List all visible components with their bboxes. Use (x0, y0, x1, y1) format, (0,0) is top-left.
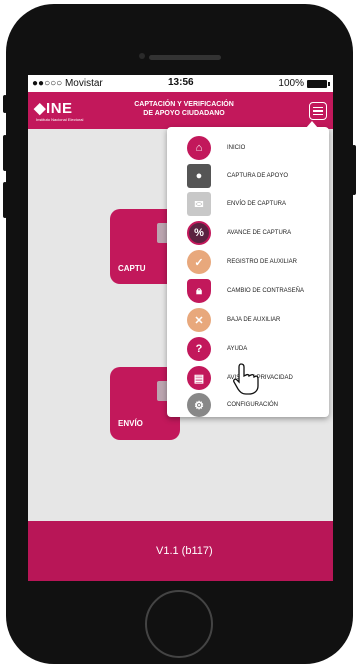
user-check-icon: ✓ (187, 250, 211, 274)
menu-item-avance-de-captura[interactable]: % AVANCE DE CAPTURA (167, 218, 329, 248)
status-bar: ●●○○○ Movistar 13:56 100% (28, 75, 333, 92)
help-icon: ? (187, 337, 211, 361)
menu-item-baja-de-auxiliar[interactable]: ✕ BAJA DE AUXILIAR (167, 305, 329, 335)
volume-down-button (3, 182, 7, 218)
front-camera (139, 53, 145, 59)
user-remove-icon: ✕ (187, 308, 211, 332)
app-screen: ●●○○○ Movistar 13:56 100% ◆INE Instituto… (28, 75, 333, 581)
menu-item-registro-de-auxiliar[interactable]: ✓ REGISTRO DE AUXILIAR (167, 247, 329, 277)
page-title: CAPTACIÓN Y VERIFICACIÓN DE APOYO CIUDAD… (124, 100, 244, 118)
logo-subtitle: Instituto Nacional Electoral (36, 117, 84, 122)
menu-item-envio-de-captura[interactable]: ✉ ENVÍO DE CAPTURA (167, 189, 329, 219)
menu-item-label: BAJA DE AUXILIAR (227, 317, 281, 323)
capture-tile-label: CAPTU (118, 264, 146, 273)
document-icon: ▤ (187, 366, 211, 390)
menu-item-label: INICIO (227, 145, 246, 151)
menu-item-ayuda[interactable]: ? AYUDA (167, 334, 329, 364)
home-icon: ⌂ (187, 136, 211, 160)
menu-item-label: CAPTURA DE APOYO (227, 173, 289, 179)
menu-item-cambio-de-contrasena[interactable]: 🔒︎ CAMBIO DE CONTRASEÑA (167, 276, 329, 306)
dropdown-caret (306, 121, 318, 128)
menu-item-label: ENVÍO DE CAPTURA (227, 201, 287, 207)
page-title-line1: CAPTACIÓN Y VERIFICACIÓN (134, 101, 234, 108)
gears-icon: ⚙ (187, 393, 211, 417)
send-tile-label: ENVÍO (118, 419, 143, 428)
logo-text: INE (46, 100, 73, 117)
menu-item-label: REGISTRO DE AUXILIAR (227, 259, 298, 265)
battery-percent: 100% (278, 78, 304, 89)
camera-person-icon: ● (187, 164, 211, 188)
battery-indicator: 100% (278, 78, 330, 89)
app-footer: V1.1 (b117) (28, 521, 333, 581)
mute-switch (3, 95, 7, 113)
page-title-line2: DE APOYO CIUDADANO (143, 110, 225, 117)
clock: 13:56 (168, 77, 194, 88)
hand-pointer-icon (233, 363, 259, 395)
hamburger-menu-button[interactable] (309, 102, 327, 120)
earpiece-speaker (149, 55, 221, 60)
shield-lock-icon: 🔒︎ (187, 279, 211, 303)
ine-logo: ◆INE (34, 100, 73, 117)
volume-up-button (3, 135, 7, 171)
envelope-icon: ✉ (187, 192, 211, 216)
battery-icon (307, 79, 330, 88)
menu-item-label: AVANCE DE CAPTURA (227, 230, 292, 236)
power-button (352, 145, 356, 195)
menu-line-icon (313, 106, 323, 109)
version-label: V1.1 (b117) (156, 545, 213, 557)
percent-icon: % (187, 221, 211, 245)
menu-line-icon (313, 110, 323, 112)
menu-item-label: CAMBIO DE CONTRASEÑA (227, 288, 305, 294)
menu-item-label: CONFIGURACIÓN (227, 402, 278, 408)
home-button[interactable] (145, 590, 213, 658)
menu-item-inicio[interactable]: ⌂ INICIO (167, 133, 329, 163)
menu-item-label: AYUDA (227, 346, 248, 352)
menu-item-captura-de-apoyo[interactable]: ● CAPTURA DE APOYO (167, 161, 329, 191)
menu-line-icon (313, 113, 323, 116)
carrier-label: ●●○○○ Movistar (32, 78, 103, 89)
app-header: ◆INE Instituto Nacional Electoral CAPTAC… (28, 92, 333, 129)
